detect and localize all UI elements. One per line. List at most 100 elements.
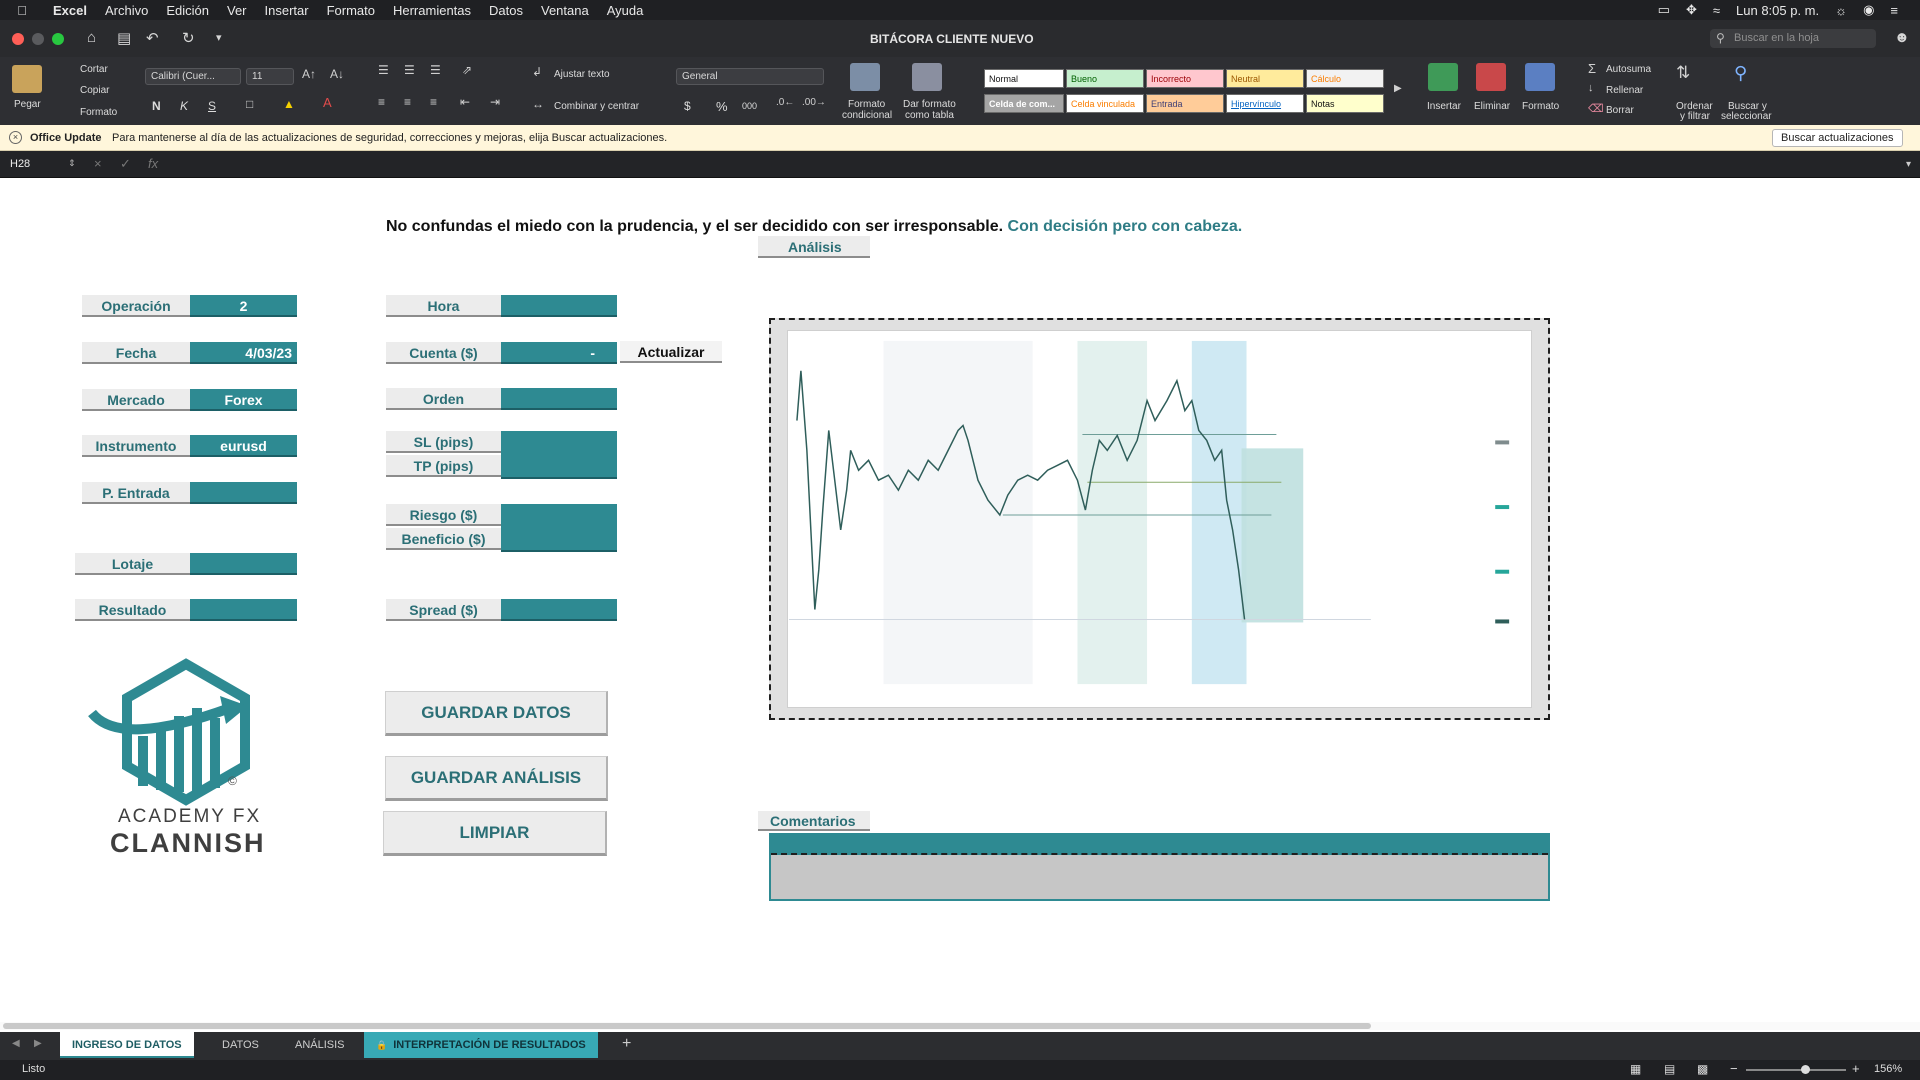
tab-analisis[interactable]: ANÁLISIS: [283, 1032, 357, 1058]
style-celda-vinculada[interactable]: Celda vinculada: [1066, 94, 1144, 113]
name-box[interactable]: H28: [4, 156, 78, 173]
value-cuenta[interactable]: -: [501, 342, 617, 364]
cut-button[interactable]: Cortar: [80, 64, 108, 75]
style-celda-comprobacion[interactable]: Celda de com...: [984, 94, 1064, 113]
number-format-select[interactable]: General: [676, 68, 824, 85]
home-icon[interactable]: ⌂: [87, 29, 96, 46]
share-icon[interactable]: ☻: [1894, 29, 1910, 46]
menu-edicion[interactable]: Edición: [157, 3, 218, 18]
style-normal[interactable]: Normal: [984, 69, 1064, 88]
menu-insertar[interactable]: Insertar: [256, 3, 318, 18]
value-orden[interactable]: [501, 388, 617, 410]
clear-button[interactable]: Borrar: [1606, 105, 1634, 116]
style-entrada[interactable]: Entrada: [1146, 94, 1224, 113]
wifi-icon[interactable]: ≈: [1713, 3, 1720, 18]
value-fecha[interactable]: 4/03/23: [190, 342, 297, 364]
insert-function-button[interactable]: fx: [148, 156, 158, 171]
indent-decrease-icon[interactable]: ⇤: [460, 95, 470, 109]
wrap-text-button[interactable]: Ajustar texto: [554, 69, 610, 80]
decrease-font-icon[interactable]: A↓: [330, 67, 344, 81]
value-sl-tp[interactable]: [501, 431, 617, 479]
font-name-select[interactable]: Calibri (Cuer...: [145, 68, 241, 85]
siri-icon[interactable]: ◉: [1863, 2, 1874, 18]
delete-cells-button[interactable]: Eliminar: [1474, 101, 1510, 112]
value-lotaje[interactable]: [190, 553, 297, 575]
delete-cells-icon[interactable]: [1476, 63, 1506, 91]
undo-icon[interactable]: ↶: [146, 29, 159, 47]
menu-datos[interactable]: Datos: [480, 3, 532, 18]
page-layout-view-icon[interactable]: ▤: [1664, 1062, 1675, 1076]
zoom-in-icon[interactable]: +: [1852, 1061, 1860, 1076]
search-sheet-input[interactable]: ⚲ Buscar en la hoja: [1710, 29, 1876, 48]
tab-datos[interactable]: DATOS: [210, 1032, 271, 1058]
normal-view-icon[interactable]: ▦: [1630, 1062, 1641, 1076]
bold-button[interactable]: N: [152, 99, 161, 113]
style-calculo[interactable]: Cálculo: [1306, 69, 1384, 88]
indent-increase-icon[interactable]: ⇥: [490, 95, 500, 109]
value-spread[interactable]: [501, 599, 617, 621]
value-resultado[interactable]: [190, 599, 297, 621]
sort-filter-icon[interactable]: ⇅: [1676, 63, 1690, 83]
increase-font-icon[interactable]: A↑: [302, 67, 316, 81]
find-select-icon[interactable]: ⚲: [1734, 63, 1747, 84]
menu-ventana[interactable]: Ventana: [532, 3, 598, 18]
redo-icon[interactable]: ↻: [182, 29, 195, 47]
align-right-icon[interactable]: ≡: [430, 95, 437, 109]
airplay-icon[interactable]: ▭: [1658, 2, 1670, 18]
horizontal-scrollbar[interactable]: [0, 1022, 1920, 1030]
minimize-window-button[interactable]: [32, 33, 44, 45]
table-format-button[interactable]: Dar formato: [903, 99, 956, 110]
customize-toolbar-icon[interactable]: ▾: [216, 31, 222, 44]
menu-archivo[interactable]: Archivo: [96, 3, 157, 18]
value-operacion[interactable]: 2: [190, 295, 297, 317]
fill-button[interactable]: Rellenar: [1606, 85, 1643, 96]
merge-center-button[interactable]: Combinar y centrar: [554, 101, 639, 112]
style-incorrecto[interactable]: Incorrecto: [1146, 69, 1224, 88]
currency-format-button[interactable]: $: [684, 99, 691, 113]
confirm-entry-icon[interactable]: ✓: [120, 156, 131, 172]
zoom-window-button[interactable]: [52, 33, 64, 45]
italic-button[interactable]: K: [180, 99, 188, 113]
increase-decimal-icon[interactable]: .0←: [776, 97, 794, 108]
insert-cells-button[interactable]: Insertar: [1427, 101, 1461, 112]
conditional-format-icon[interactable]: [850, 63, 880, 91]
accessibility-icon[interactable]: ☼: [1835, 3, 1847, 18]
network-icon[interactable]: ✥: [1686, 2, 1697, 18]
style-notas[interactable]: Notas: [1306, 94, 1384, 113]
orientation-icon[interactable]: ⇗: [462, 63, 472, 77]
value-instrumento[interactable]: eurusd: [190, 435, 297, 457]
copy-button[interactable]: Copiar: [80, 85, 109, 96]
zoom-slider-thumb[interactable]: [1801, 1065, 1810, 1074]
menu-ayuda[interactable]: Ayuda: [598, 3, 653, 18]
menu-formato[interactable]: Formato: [318, 3, 384, 18]
align-middle-icon[interactable]: ☰: [404, 63, 415, 77]
autosum-button[interactable]: Autosuma: [1606, 64, 1651, 75]
percent-format-button[interactable]: %: [716, 99, 728, 114]
comments-area[interactable]: [769, 833, 1550, 901]
next-sheet-icon[interactable]: ▶: [34, 1038, 42, 1049]
analysis-image-frame[interactable]: [769, 318, 1550, 720]
apple-icon[interactable]: : [0, 3, 44, 18]
paste-button[interactable]: Pegar: [14, 99, 41, 110]
guardar-analisis-button[interactable]: GUARDAR ANÁLISIS: [385, 756, 608, 801]
table-format-icon[interactable]: [912, 63, 942, 91]
page-break-view-icon[interactable]: ▩: [1697, 1062, 1708, 1076]
check-updates-button[interactable]: Buscar actualizaciones: [1772, 129, 1903, 147]
format-cells-icon[interactable]: [1525, 63, 1555, 91]
save-icon[interactable]: ▤: [117, 29, 131, 47]
insert-cells-icon[interactable]: [1428, 63, 1458, 91]
clock[interactable]: Lun 8:05 p. m.: [1736, 3, 1819, 18]
font-color-icon[interactable]: A: [323, 95, 332, 110]
worksheet[interactable]: No confundas el miedo con la prudencia, …: [0, 178, 1920, 1030]
limpiar-button[interactable]: LIMPIAR: [383, 811, 607, 856]
borders-icon[interactable]: □: [246, 97, 253, 111]
close-update-icon[interactable]: ×: [9, 131, 22, 144]
menu-herramientas[interactable]: Herramientas: [384, 3, 480, 18]
actualizar-button[interactable]: Actualizar: [620, 341, 722, 363]
format-painter-button[interactable]: Formato: [80, 107, 117, 118]
wrap-text-icon[interactable]: ↲: [532, 65, 542, 79]
guardar-datos-button[interactable]: GUARDAR DATOS: [385, 691, 608, 736]
align-top-icon[interactable]: ☰: [378, 63, 389, 77]
fill-icon[interactable]: ↓: [1588, 82, 1594, 94]
conditional-format-button[interactable]: Formato: [848, 99, 885, 110]
